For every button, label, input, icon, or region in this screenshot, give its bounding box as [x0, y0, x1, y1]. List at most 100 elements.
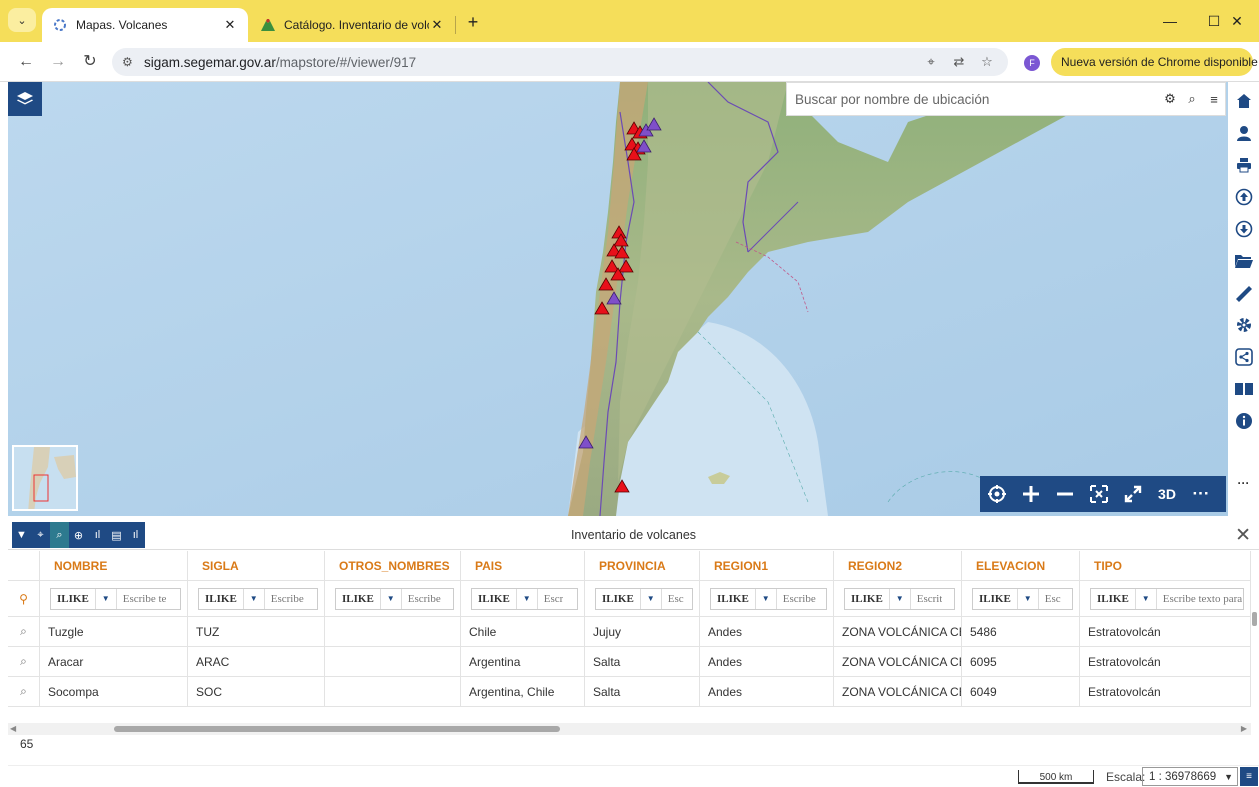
cell-sigla: SOC: [188, 677, 325, 707]
volcano-favicon-icon: [260, 17, 276, 33]
address-bar[interactable]: ⚙ sigam.segemar.gov.ar/mapstore/#/viewer…: [112, 48, 1008, 76]
cell-tipo: Estratovolcán: [1080, 617, 1251, 647]
print-icon[interactable]: [1228, 150, 1259, 180]
database-icon[interactable]: ≡: [1240, 767, 1258, 786]
site-info-icon[interactable]: ⚙: [122, 55, 144, 69]
filter-input[interactable]: ILIKE ▼ Escr: [471, 587, 578, 610]
search-settings-icon[interactable]: ⚙: [1159, 91, 1181, 107]
minimize-icon[interactable]: —: [1148, 0, 1192, 42]
horizontal-scrollbar[interactable]: ◀ ▶: [8, 723, 1251, 735]
catalog-book-icon[interactable]: [1228, 374, 1259, 404]
right-toolbar: ···: [1228, 82, 1259, 516]
column-header[interactable]: TIPO: [1080, 551, 1251, 581]
map-canvas: [8, 82, 1228, 516]
cell-region2: ZONA VOLCÁNICA CE: [834, 617, 962, 647]
info-icon[interactable]: [1228, 406, 1259, 436]
forward-icon[interactable]: →: [44, 48, 72, 76]
scroll-left-arrow-icon[interactable]: ◀: [10, 723, 16, 735]
map-navigation-toolbar: 3D ···: [980, 476, 1226, 512]
url-text: sigam.segemar.gov.ar/mapstore/#/viewer/9…: [144, 54, 417, 70]
scroll-right-arrow-icon[interactable]: ▶: [1241, 723, 1247, 735]
filter-input[interactable]: ILIKE ▼ Escrit: [844, 587, 955, 610]
search-input[interactable]: Buscar por nombre de ubicación: [795, 92, 1159, 107]
tab-title: Mapas. Volcanes: [76, 18, 168, 32]
column-header[interactable]: OTROS_NOMBRES: [325, 551, 461, 581]
column-header[interactable]: SIGLA: [188, 551, 325, 581]
location-search-bar[interactable]: Buscar por nombre de ubicación ⚙ ⌕ ≡: [786, 82, 1226, 116]
new-tab-button[interactable]: +: [460, 10, 486, 34]
filter-cell: ILIKE ▼ Escribe: [325, 581, 461, 617]
scale-dropdown[interactable]: 1 : 36978669 ▼: [1142, 767, 1238, 786]
filter-input[interactable]: ILIKE ▼ Escribe te: [50, 587, 181, 610]
zoom-out-icon[interactable]: [1048, 476, 1082, 512]
tab-catalogo[interactable]: Catálogo. Inventario de volcane ✕: [250, 8, 455, 42]
zoom-to-extent-icon[interactable]: [1082, 476, 1116, 512]
home-icon[interactable]: [1228, 86, 1259, 116]
cell-tipo: Estratovolcán: [1080, 677, 1251, 707]
cell-region1: Andes: [700, 677, 834, 707]
tab-mapas-volcanes[interactable]: Mapas. Volcanes ✕: [42, 8, 248, 42]
translate-icon[interactable]: ⇄: [946, 48, 972, 76]
filter-cell: ILIKE ▼ Escribe te: [40, 581, 188, 617]
filter-input[interactable]: ILIKE ▼ Escribe: [710, 587, 827, 610]
bookmark-star-icon[interactable]: ☆: [974, 48, 1000, 76]
cell-tipo: Estratovolcán: [1080, 647, 1251, 677]
loading-icon: [52, 17, 68, 33]
measure-ruler-icon[interactable]: [1228, 278, 1259, 308]
folder-open-icon[interactable]: [1228, 246, 1259, 276]
zoom-to-feature-icon[interactable]: ⌕: [8, 617, 40, 647]
scrollbar-thumb[interactable]: [114, 726, 560, 732]
fullscreen-icon[interactable]: [1116, 476, 1150, 512]
cell-provincia: Salta: [585, 677, 700, 707]
close-table-icon[interactable]: ✕: [1235, 524, 1251, 547]
cell-otros-nombres: [325, 677, 461, 707]
zoom-to-feature-icon[interactable]: ⌕: [8, 647, 40, 677]
profile-avatar[interactable]: F: [1024, 55, 1040, 71]
download-icon[interactable]: [1228, 214, 1259, 244]
column-header[interactable]: PAIS: [461, 551, 585, 581]
close-tab-icon[interactable]: ✕: [429, 17, 445, 33]
table-row[interactable]: ⌕ Aracar ARAC Argentina Salta Andes ZONA…: [8, 647, 1251, 677]
column-header[interactable]: REGION2: [834, 551, 962, 581]
more-options-icon[interactable]: ···: [1228, 468, 1259, 498]
tab-search-button[interactable]: ⌄: [8, 8, 36, 32]
reload-icon[interactable]: ↻: [76, 48, 104, 76]
zoom-in-icon[interactable]: [1014, 476, 1048, 512]
close-window-icon[interactable]: ✕: [1215, 0, 1259, 42]
map-view[interactable]: [8, 82, 1228, 516]
filter-input[interactable]: ILIKE ▼ Escribe texto para: [1090, 587, 1244, 610]
vertical-scrollbar[interactable]: [1252, 612, 1257, 626]
overview-map[interactable]: [12, 445, 78, 511]
back-icon[interactable]: ←: [12, 48, 40, 76]
close-tab-icon[interactable]: ✕: [222, 17, 238, 33]
filter-input[interactable]: ILIKE ▼ Escribe: [335, 587, 454, 610]
chrome-update-button[interactable]: Nueva versión de Chrome disponible ⋮: [1051, 48, 1259, 76]
locate-icon[interactable]: [980, 476, 1014, 512]
settings-gear-icon[interactable]: [1228, 310, 1259, 340]
location-pin-icon[interactable]: ⌖: [918, 48, 944, 76]
cell-nombre: Aracar: [40, 647, 188, 677]
cell-otros-nombres: [325, 647, 461, 677]
table-row[interactable]: ⌕ Tuzgle TUZ Chile Jujuy Andes ZONA VOLC…: [8, 617, 1251, 647]
search-icon[interactable]: ⌕: [1181, 91, 1203, 107]
share-icon[interactable]: [1228, 342, 1259, 372]
filter-input[interactable]: ILIKE ▼ Esc: [972, 587, 1073, 610]
user-icon[interactable]: [1228, 118, 1259, 148]
cell-pais: Argentina, Chile: [461, 677, 585, 707]
table-header-row: NOMBRE SIGLA OTROS_NOMBRES PAIS PROVINCI…: [8, 551, 1251, 581]
column-header[interactable]: NOMBRE: [40, 551, 188, 581]
filter-input[interactable]: ILIKE ▼ Escribe: [198, 587, 318, 610]
column-header[interactable]: ELEVACION: [962, 551, 1080, 581]
filter-input[interactable]: ILIKE ▼ Esc: [595, 587, 693, 610]
hamburger-menu-icon[interactable]: ≡: [1203, 92, 1225, 107]
column-header[interactable]: PROVINCIA: [585, 551, 700, 581]
table-row[interactable]: ⌕ Socompa SOC Argentina, Chile Salta And…: [8, 677, 1251, 707]
more-tools-button[interactable]: ···: [1184, 476, 1218, 512]
filter-cell: ILIKE ▼ Escrit: [834, 581, 962, 617]
update-label: Nueva versión de Chrome disponible: [1061, 55, 1258, 69]
column-header[interactable]: REGION1: [700, 551, 834, 581]
upload-icon[interactable]: [1228, 182, 1259, 212]
zoom-to-feature-icon[interactable]: ⌕: [8, 677, 40, 707]
3d-toggle-button[interactable]: 3D: [1150, 476, 1184, 512]
layers-button[interactable]: [8, 82, 42, 116]
